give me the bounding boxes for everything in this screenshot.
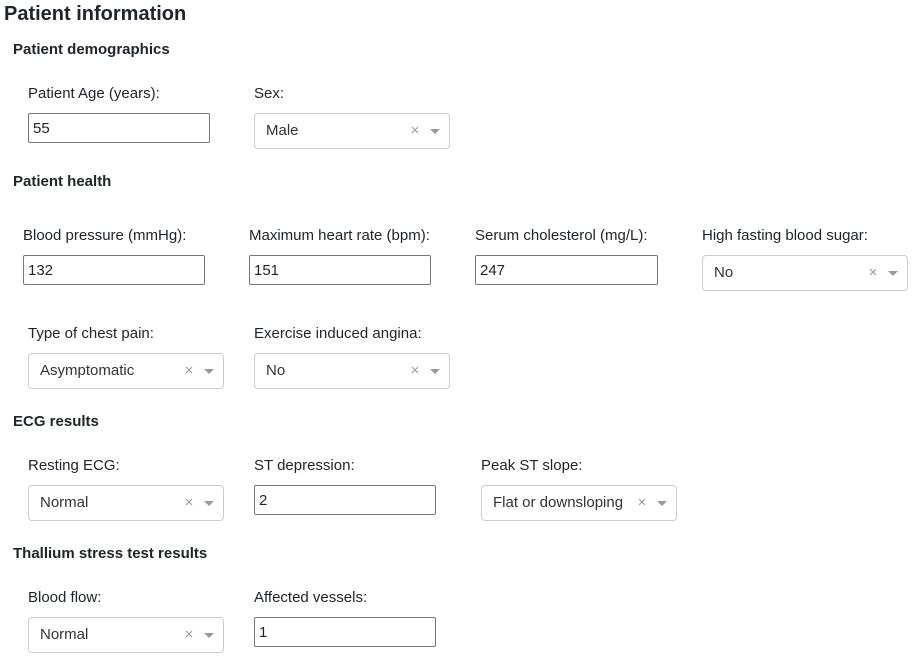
section-title-thallium: Thallium stress test results bbox=[13, 545, 208, 562]
resting-ecg-select[interactable]: Normal × bbox=[28, 485, 224, 521]
sex-label: Sex: bbox=[254, 85, 285, 102]
affected-vessels-input[interactable] bbox=[254, 617, 436, 647]
fasting-blood-sugar-select-value: No bbox=[714, 264, 734, 281]
blood-flow-select-value: Normal bbox=[40, 626, 89, 643]
sex-select[interactable]: Male × bbox=[254, 113, 450, 149]
clear-x-icon[interactable]: × bbox=[183, 618, 195, 652]
clear-x-icon[interactable]: × bbox=[867, 256, 879, 290]
chest-pain-select[interactable]: Asymptomatic × bbox=[28, 353, 224, 389]
max-heart-rate-label: Maximum heart rate (bpm): bbox=[249, 227, 430, 244]
caret-down-icon[interactable] bbox=[204, 501, 214, 506]
clear-x-icon[interactable]: × bbox=[183, 354, 195, 388]
caret-down-icon[interactable] bbox=[204, 633, 214, 638]
clear-x-icon[interactable]: × bbox=[636, 486, 648, 520]
exercise-angina-label: Exercise induced angina: bbox=[254, 325, 422, 342]
blood-pressure-label: Blood pressure (mmHg): bbox=[23, 227, 187, 244]
chest-pain-select-value: Asymptomatic bbox=[40, 362, 135, 379]
resting-ecg-select-value: Normal bbox=[40, 494, 89, 511]
peak-st-slope-label: Peak ST slope: bbox=[481, 457, 583, 474]
caret-down-icon[interactable] bbox=[888, 271, 898, 276]
clear-x-icon[interactable]: × bbox=[409, 354, 421, 388]
blood-flow-select[interactable]: Normal × bbox=[28, 617, 224, 653]
peak-st-slope-select[interactable]: Flat or downsloping × bbox=[481, 485, 677, 521]
chest-pain-label: Type of chest pain: bbox=[28, 325, 154, 342]
age-input[interactable] bbox=[28, 113, 210, 143]
blood-flow-label: Blood flow: bbox=[28, 589, 102, 606]
age-label: Patient Age (years): bbox=[28, 85, 160, 102]
peak-st-slope-select-value: Flat or downsloping bbox=[493, 494, 624, 511]
affected-vessels-label: Affected vessels: bbox=[254, 589, 368, 606]
fasting-blood-sugar-select[interactable]: No × bbox=[702, 255, 908, 291]
section-title-health: Patient health bbox=[13, 173, 112, 190]
section-title-ecg: ECG results bbox=[13, 413, 99, 430]
clear-x-icon[interactable]: × bbox=[409, 114, 421, 148]
cholesterol-label: Serum cholesterol (mg/L): bbox=[475, 227, 648, 244]
clear-x-icon[interactable]: × bbox=[183, 486, 195, 520]
max-heart-rate-input[interactable] bbox=[249, 255, 431, 285]
sex-select-value: Male bbox=[266, 122, 299, 139]
exercise-angina-select-value: No bbox=[266, 362, 286, 379]
caret-down-icon[interactable] bbox=[430, 369, 440, 374]
st-depression-label: ST depression: bbox=[254, 457, 355, 474]
blood-pressure-input[interactable] bbox=[23, 255, 205, 285]
section-title-demographics: Patient demographics bbox=[13, 41, 170, 58]
fasting-blood-sugar-label: High fasting blood sugar: bbox=[702, 227, 868, 244]
caret-down-icon[interactable] bbox=[430, 129, 440, 134]
st-depression-input[interactable] bbox=[254, 485, 436, 515]
page-title: Patient information bbox=[4, 3, 187, 25]
resting-ecg-label: Resting ECG: bbox=[28, 457, 120, 474]
caret-down-icon[interactable] bbox=[657, 501, 667, 506]
exercise-angina-select[interactable]: No × bbox=[254, 353, 450, 389]
cholesterol-input[interactable] bbox=[475, 255, 658, 285]
caret-down-icon[interactable] bbox=[204, 369, 214, 374]
